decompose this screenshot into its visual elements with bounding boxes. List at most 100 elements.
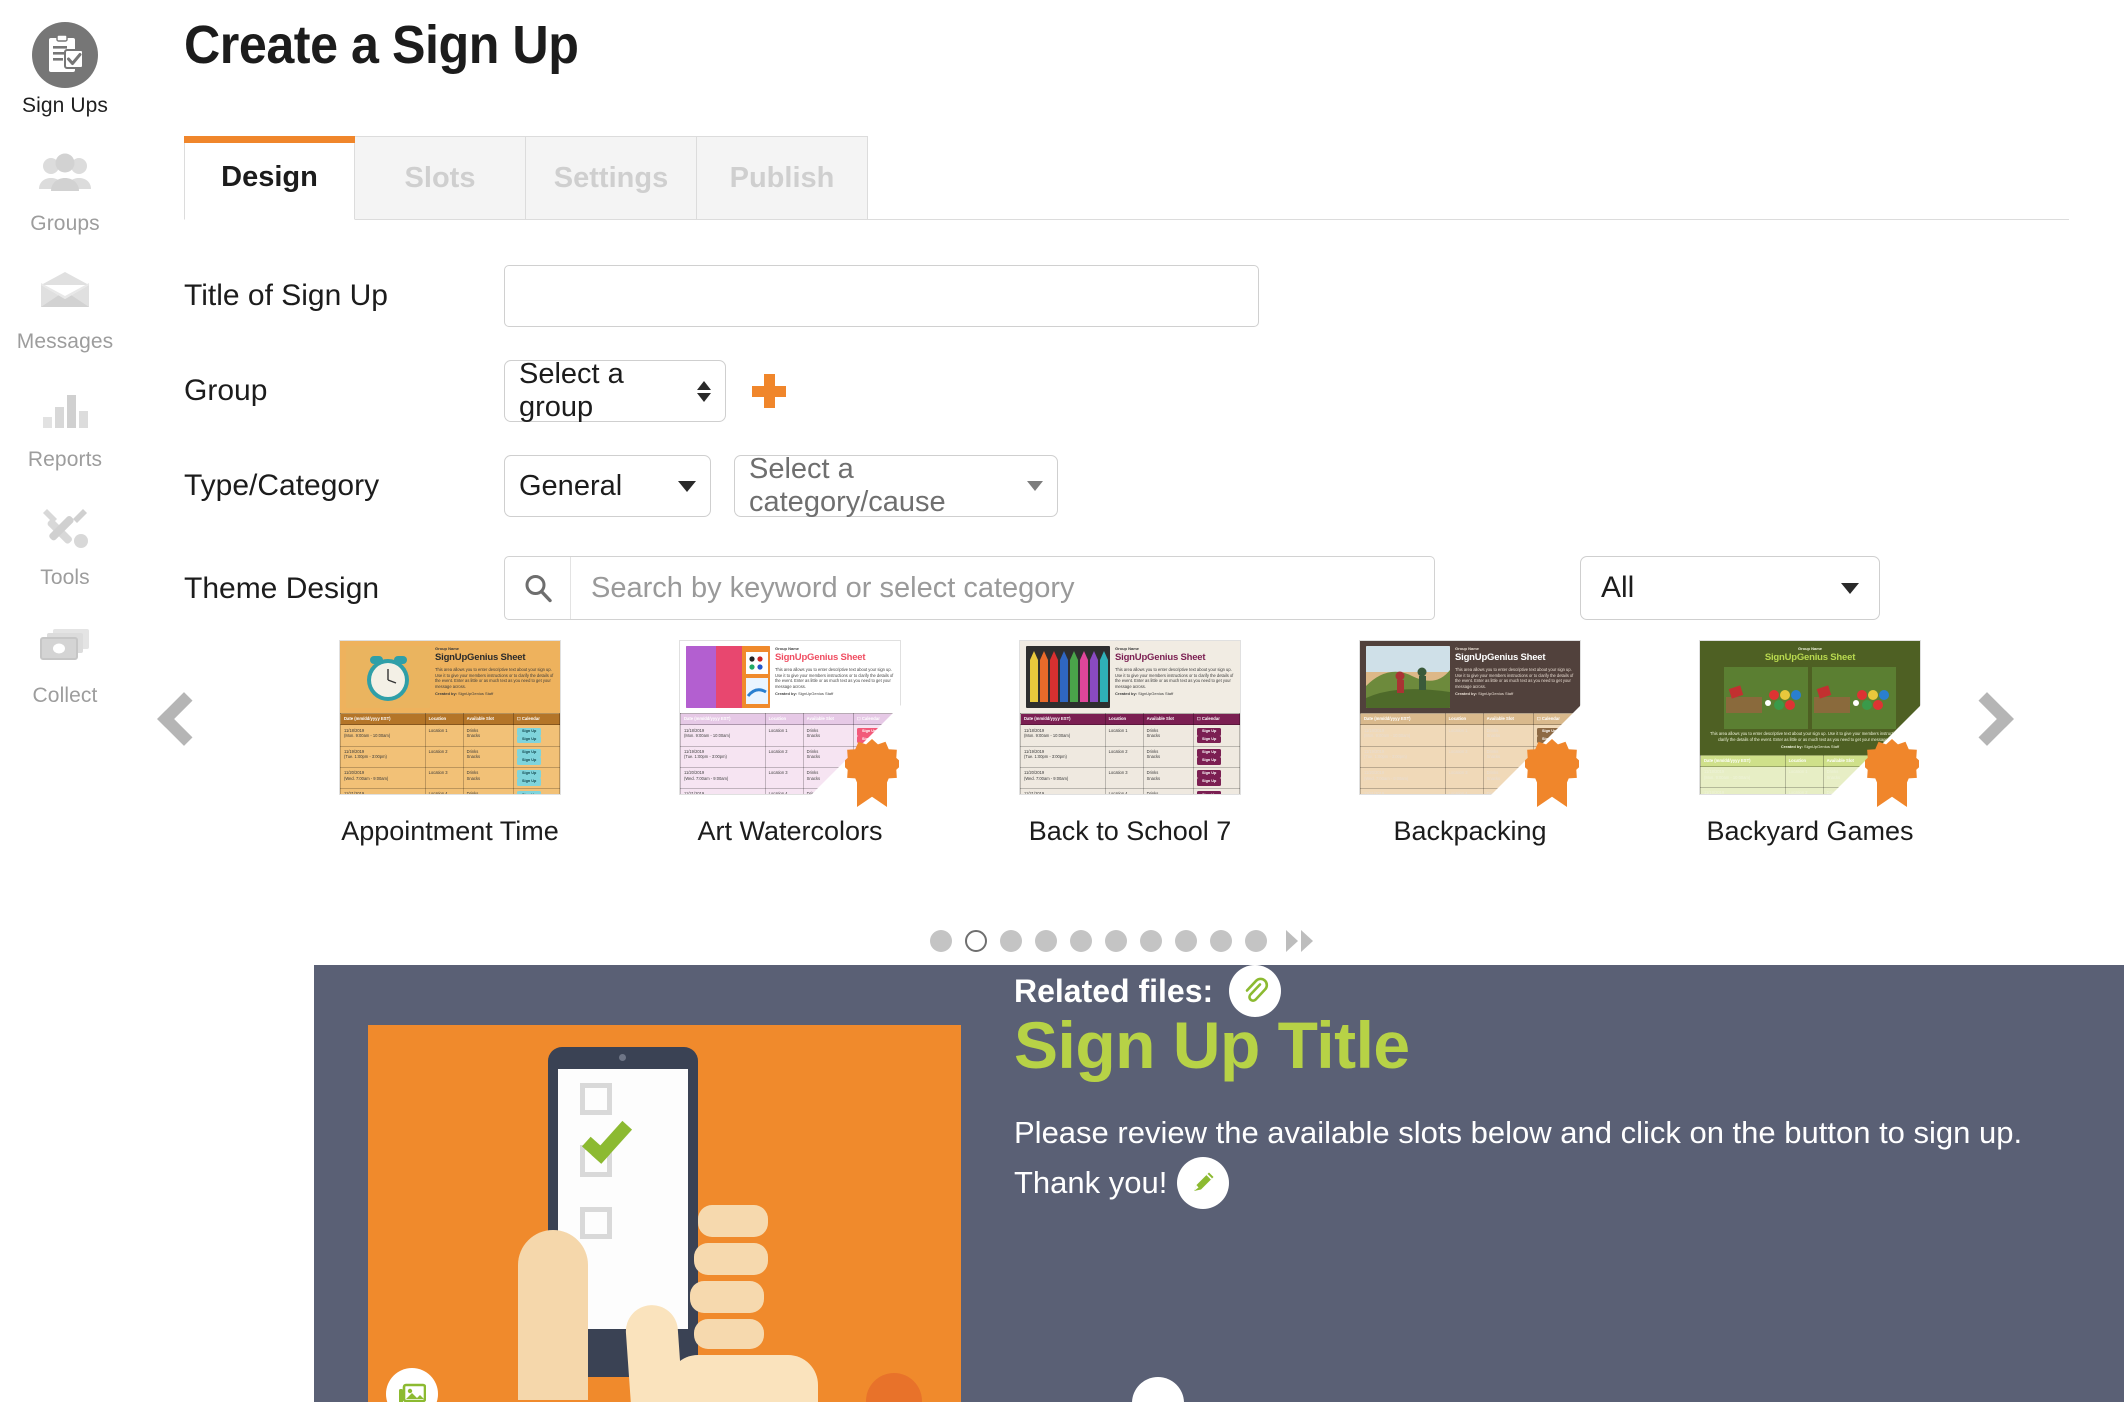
sidebar-item-messages[interactable]: Messages bbox=[0, 258, 130, 354]
pagination-dot[interactable] bbox=[1175, 930, 1197, 952]
theme-name: Backyard Games bbox=[1706, 816, 1914, 846]
theme-carousel: Group Name SignUpGenius Sheet This area … bbox=[130, 640, 2124, 930]
double-chevron-right-icon[interactable] bbox=[1284, 928, 1324, 954]
chevron-left-icon bbox=[157, 692, 211, 746]
pagination-dot[interactable] bbox=[1245, 930, 1267, 952]
category-select[interactable]: Select a category/cause bbox=[734, 453, 1058, 518]
theme-name: Back to School 7 bbox=[1028, 816, 1232, 846]
sidebar-item-label: Reports bbox=[27, 448, 103, 471]
sidebar-item-label: Sign Ups bbox=[21, 94, 108, 117]
theme-option[interactable]: Group Name SignUpGenius Sheet This area … bbox=[1300, 640, 1640, 847]
carousel-pagination bbox=[130, 928, 2124, 954]
tab-label: Settings bbox=[553, 161, 669, 194]
preview-bottom-white-button[interactable] bbox=[1132, 1377, 1184, 1402]
add-group-button[interactable] bbox=[752, 374, 786, 408]
theme-name: Art Watercolors bbox=[697, 816, 883, 846]
sidebar-item-label: Groups bbox=[30, 212, 100, 235]
checkbox-empty-top bbox=[580, 1083, 612, 1115]
theme-name: Appointment Time bbox=[341, 816, 559, 846]
theme-thumbnail[interactable]: Group Name SignUpGenius Sheet This area … bbox=[339, 640, 561, 795]
signup-title-input[interactable] bbox=[504, 265, 1259, 327]
tab-slots[interactable]: Slots bbox=[355, 136, 526, 219]
sidebar-item-label: Messages bbox=[16, 330, 114, 353]
category-select-value: Select a category/cause bbox=[749, 453, 946, 518]
sidebar-item-sign-ups[interactable]: Sign Ups bbox=[0, 22, 130, 118]
tab-label: Design bbox=[221, 161, 318, 193]
theme-thumbnail[interactable]: Group Name SignUpGenius Sheet This area … bbox=[1019, 640, 1241, 795]
wrench-screwdriver-icon bbox=[32, 494, 98, 560]
sidebar-item-label: Collect bbox=[32, 684, 98, 707]
pagination-dot[interactable] bbox=[1035, 930, 1057, 952]
type-select[interactable]: General bbox=[504, 455, 711, 517]
sidebar-item-groups[interactable]: Groups bbox=[0, 140, 130, 236]
form-row-title: Title of Sign Up bbox=[184, 265, 1259, 327]
theme-option[interactable]: Group Name SignUpGenius Sheet This area … bbox=[280, 640, 620, 847]
preview-title: Sign Up Title bbox=[1014, 1008, 1410, 1082]
pagination-dot[interactable] bbox=[1105, 930, 1127, 952]
hand-lower bbox=[668, 1355, 818, 1402]
related-files-label: Related files: bbox=[1014, 972, 1214, 1009]
tab-label: Slots bbox=[404, 161, 476, 194]
tab-settings[interactable]: Settings bbox=[526, 136, 697, 219]
tab-label: Publish bbox=[729, 161, 835, 194]
theme-thumbnail[interactable]: Group Name SignUpGenius Sheet This area … bbox=[1699, 640, 1922, 807]
preview-description-block: Please review the available slots below … bbox=[1014, 1109, 2069, 1213]
chevron-down-icon bbox=[1027, 481, 1043, 491]
pagination-dot[interactable] bbox=[1000, 930, 1022, 952]
chevron-down-icon bbox=[1841, 582, 1859, 594]
group-select-value: Select a group bbox=[519, 358, 624, 423]
paperclip-icon[interactable] bbox=[1229, 965, 1282, 1017]
pagination-dot[interactable] bbox=[1210, 930, 1232, 952]
signup-preview-panel: Sign Up Title Please review the availabl… bbox=[314, 965, 2124, 1402]
theme-option[interactable]: Group Name SignUpGenius Sheet This area … bbox=[960, 640, 1300, 847]
sidebar-item-tools[interactable]: Tools bbox=[0, 494, 130, 590]
sidebar-item-label: Tools bbox=[40, 566, 90, 589]
pagination-dot[interactable] bbox=[1140, 930, 1162, 952]
form-row-theme: Theme Design bbox=[184, 557, 504, 621]
pagination-dot[interactable] bbox=[1070, 930, 1092, 952]
pagination-dot-active[interactable] bbox=[965, 930, 987, 952]
theme-thumbnail[interactable]: Group Name SignUpGenius Sheet This area … bbox=[1359, 640, 1582, 807]
theme-list: Group Name SignUpGenius Sheet This area … bbox=[280, 640, 1980, 847]
form-row-type-category: Type/Category General Select a category/… bbox=[184, 453, 1058, 518]
theme-option[interactable]: Group Name SignUpGenius Sheet This area … bbox=[620, 640, 960, 847]
hand-finger-3 bbox=[690, 1281, 764, 1313]
sidebar-item-reports[interactable]: Reports bbox=[0, 376, 130, 472]
theme-filter-select[interactable]: All bbox=[1580, 556, 1880, 620]
group-select[interactable]: Select a group bbox=[504, 358, 726, 423]
main-content: Create a Sign Up Design Slots Settings P… bbox=[130, 0, 2124, 1402]
carousel-prev-button[interactable] bbox=[157, 692, 211, 766]
hand-finger-2 bbox=[694, 1243, 768, 1275]
search-icon bbox=[505, 557, 571, 619]
form-row-group: Group Select a group bbox=[184, 358, 786, 423]
preview-description-text: Please review the available slots below … bbox=[1014, 1115, 2023, 1201]
pagination-dot[interactable] bbox=[930, 930, 952, 952]
tab-design[interactable]: Design bbox=[184, 136, 355, 220]
checkbox-empty-bottom bbox=[580, 1207, 612, 1239]
envelope-icon bbox=[32, 258, 98, 324]
theme-thumbnail[interactable]: Group Name SignUpGenius Sheet This area … bbox=[679, 640, 902, 807]
page-title: Create a Sign Up bbox=[184, 15, 579, 75]
type-select-value: General bbox=[519, 469, 623, 502]
people-icon bbox=[32, 140, 98, 206]
related-files-row: Related files: bbox=[1014, 965, 1282, 1017]
bar-chart-icon bbox=[32, 376, 98, 442]
hand-finger-4 bbox=[694, 1319, 764, 1349]
preview-banner-image[interactable] bbox=[368, 1025, 961, 1402]
pencil-icon[interactable] bbox=[1177, 1157, 1230, 1210]
tab-publish[interactable]: Publish bbox=[697, 136, 868, 219]
hand-finger-1 bbox=[698, 1205, 768, 1237]
title-label: Title of Sign Up bbox=[184, 279, 388, 312]
theme-filter-value: All bbox=[1601, 571, 1635, 604]
money-icon bbox=[32, 612, 98, 678]
left-nav-rail: Sign Ups Groups Messages Reports Tools C… bbox=[0, 0, 130, 1402]
theme-option[interactable]: Group Name SignUpGenius Sheet This area … bbox=[1640, 640, 1980, 847]
theme-search-field[interactable]: Search by keyword or select category bbox=[504, 556, 1435, 620]
theme-name: Backpacking bbox=[1393, 816, 1547, 846]
theme-design-label: Theme Design bbox=[184, 572, 380, 605]
sidebar-item-collect[interactable]: Collect bbox=[0, 612, 130, 708]
type-category-label: Type/Category bbox=[184, 469, 380, 502]
tab-bar: Design Slots Settings Publish bbox=[184, 136, 2069, 220]
preview-text-block: Sign Up Title Please review the availabl… bbox=[1014, 1007, 2114, 1213]
phone-camera bbox=[619, 1054, 626, 1061]
